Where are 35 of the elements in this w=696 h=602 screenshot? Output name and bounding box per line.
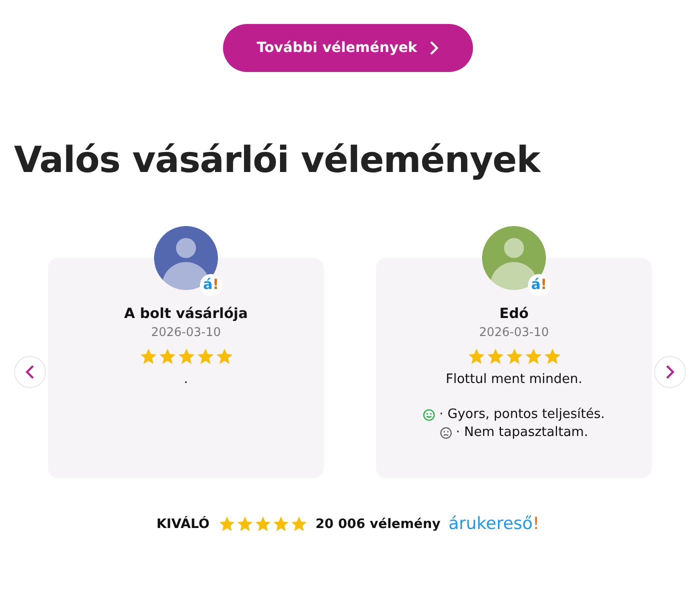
star-icon: [524, 347, 542, 366]
next-button[interactable]: [654, 356, 686, 388]
smiley-icon: [423, 408, 436, 420]
star-icon: [176, 347, 196, 366]
chevron-right-icon: [665, 364, 675, 380]
review-date: 2026-03-10: [151, 325, 221, 339]
chevron-left-icon: [25, 364, 35, 380]
star-icon: [272, 515, 290, 533]
star-icon: [138, 347, 158, 366]
brand-logo[interactable]: árukereső!: [448, 514, 540, 534]
star-icon: [542, 347, 562, 366]
review-text: .: [184, 372, 188, 387]
star-icon: [504, 347, 524, 366]
chevron-right-icon: [429, 40, 440, 56]
previous-button[interactable]: [14, 356, 46, 388]
review-date: 2026-03-10: [479, 325, 549, 339]
section-heading: Valós vásárlói vélemények: [14, 139, 542, 183]
star-icon: [486, 347, 504, 366]
star-icon: [254, 515, 272, 533]
sad-face-icon: [440, 426, 452, 438]
star-icon: [466, 347, 486, 366]
review-count: 20 006 vélemény: [316, 516, 440, 532]
star-icon: [158, 347, 176, 366]
reviewer-name: A bolt vásárlója: [124, 306, 248, 322]
star-icon: [214, 347, 234, 366]
rating-label: KIVÁLÓ: [156, 516, 210, 532]
review-point: · Gyors, pontos teljesítés.: [439, 407, 605, 422]
star-icon: [290, 515, 308, 533]
star-icon: [218, 515, 236, 533]
more-reviews-button[interactable]: További vélemények: [223, 24, 473, 72]
review-text: Flottul ment minden.: [446, 372, 582, 387]
reviewer-name: Edó: [499, 306, 529, 322]
star-icon: [236, 515, 254, 533]
review-point: · Nem tapasztaltam.: [456, 425, 588, 440]
star-icon: [196, 347, 214, 366]
